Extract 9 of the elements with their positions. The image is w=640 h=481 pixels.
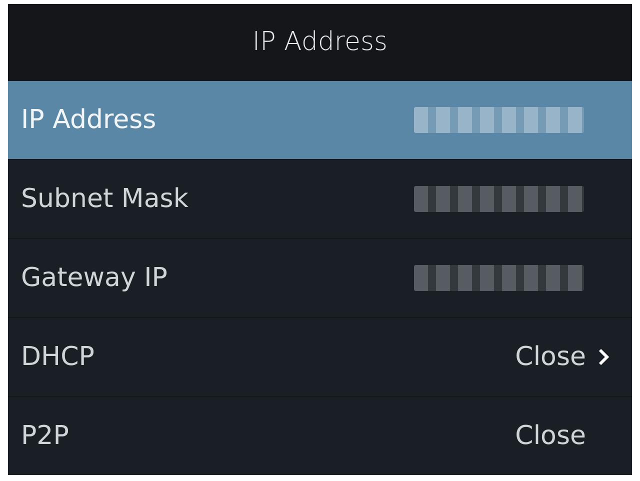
row-label: IP Address (21, 105, 158, 135)
settings-row[interactable]: IP Address (8, 80, 632, 159)
row-label: Gateway IP (21, 263, 168, 293)
row-label: Subnet Mask (21, 184, 190, 214)
screen-title: IP Address (252, 27, 388, 57)
row-value: Close (515, 342, 586, 372)
row-label: DHCP (21, 342, 96, 372)
row-value: Close (515, 421, 586, 451)
row-label: P2P (21, 421, 70, 451)
